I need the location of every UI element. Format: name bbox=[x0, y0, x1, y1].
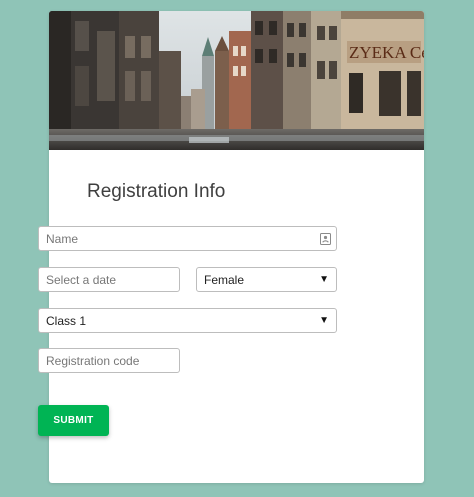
class-select-value: Class 1 bbox=[46, 313, 87, 328]
gender-select-value: Female bbox=[204, 272, 245, 287]
submit-button[interactable]: SUBMIT bbox=[38, 405, 109, 436]
triangle-down-icon: ▼ bbox=[319, 273, 329, 285]
triangle-down-icon: ▼ bbox=[319, 314, 329, 326]
class-select[interactable]: Class 1 ▼ bbox=[38, 308, 337, 333]
svg-text:ZYEKA Ce: ZYEKA Ce bbox=[349, 43, 424, 62]
gender-select[interactable]: Female ▼ bbox=[196, 267, 337, 292]
contact-card-icon bbox=[320, 233, 331, 245]
form-title: Registration Info bbox=[87, 181, 226, 202]
city-street-photo: ZYEKA Ce bbox=[49, 11, 424, 150]
hero-image: ZYEKA Ce bbox=[49, 11, 424, 150]
date-input[interactable] bbox=[38, 267, 180, 292]
name-input[interactable] bbox=[38, 226, 337, 251]
registration-code-input[interactable] bbox=[38, 348, 180, 373]
